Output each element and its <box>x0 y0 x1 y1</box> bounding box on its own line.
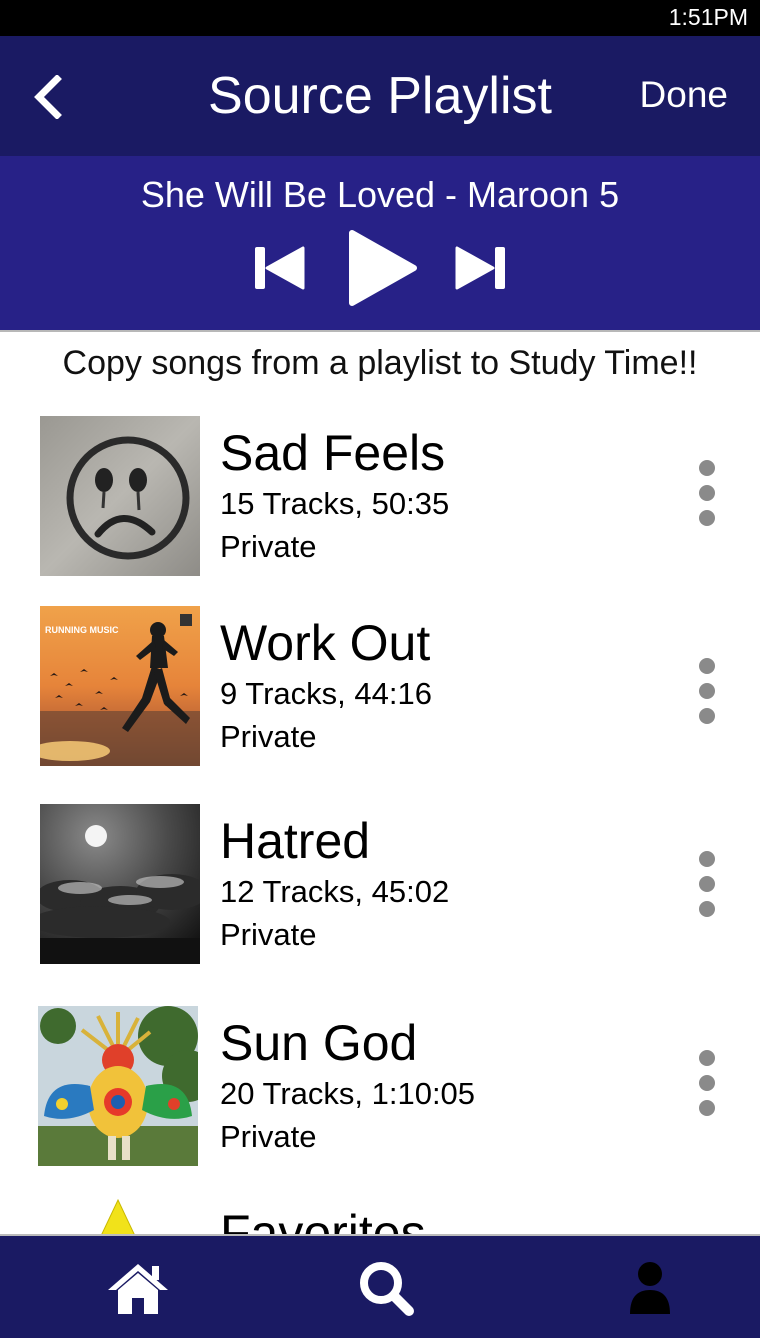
skip-next-icon <box>455 246 505 290</box>
playlist-meta: 9 Tracks, 44:16 <box>220 676 432 711</box>
playlist-name: Favorites <box>220 1205 426 1234</box>
more-dot <box>699 510 715 526</box>
playlist-privacy: Private <box>220 917 317 952</box>
play-icon <box>349 230 417 306</box>
playlist-name: Sad Feels <box>220 425 446 481</box>
header: Source Playlist Done <box>0 36 760 156</box>
playlist-meta: 15 Tracks, 50:35 <box>220 486 450 521</box>
more-dot <box>699 485 715 501</box>
done-button[interactable]: Done <box>640 74 728 116</box>
more-options-button[interactable] <box>692 626 722 724</box>
now-playing-bar: She Will Be Loved - Maroon 5 <box>0 156 760 332</box>
search-icon <box>360 1262 414 1316</box>
playlist-item-favorites[interactable]: Favorites <box>0 1196 760 1234</box>
more-dot <box>699 1075 715 1091</box>
more-dot <box>699 658 715 674</box>
playlist-item-sun-god[interactable]: Sun God 20 Tracks, 1:10:05 Private <box>0 1006 760 1196</box>
playlist-art-work-out: RUNNING MUSIC <box>40 606 200 766</box>
skip-previous-icon <box>255 246 305 290</box>
nav-profile-button[interactable] <box>618 1256 682 1320</box>
more-options-button[interactable] <box>692 436 722 526</box>
playlist-art-sad-feels <box>40 416 200 576</box>
playlist-name: Hatred <box>220 813 371 869</box>
more-dot <box>699 460 715 476</box>
instruction-text: Copy songs from a playlist to Study Time… <box>62 344 698 382</box>
art-caption: RUNNING MUSIC <box>45 625 119 635</box>
playlist-name: Sun God <box>220 1015 418 1071</box>
next-track-button[interactable] <box>450 238 510 298</box>
nav-home-button[interactable] <box>106 1256 170 1320</box>
playlist-meta: 12 Tracks, 45:02 <box>220 874 450 909</box>
bottom-nav <box>0 1234 760 1338</box>
more-dot <box>699 1100 715 1116</box>
playlist-meta: 20 Tracks, 1:10:05 <box>220 1076 476 1111</box>
playlist-list: Sad Feels 15 Tracks, 50:35 Private RUNNI… <box>0 400 760 1234</box>
playlist-name: Work Out <box>220 615 431 671</box>
nav-search-button[interactable] <box>354 1256 418 1320</box>
more-dot <box>699 1050 715 1066</box>
more-dot <box>699 876 715 892</box>
more-options-button[interactable] <box>692 824 722 917</box>
status-bar: 1:51PM <box>0 0 760 36</box>
playlist-privacy: Private <box>220 719 317 754</box>
playlist-privacy: Private <box>220 529 317 564</box>
more-options-button[interactable] <box>692 1216 722 1234</box>
more-dot <box>699 901 715 917</box>
playlist-item-work-out[interactable]: RUNNING MUSIC Work Out 9 Tracks, 44:16 P… <box>0 606 760 796</box>
previous-track-button[interactable] <box>250 238 310 298</box>
playlist-art-sun-god <box>38 1006 198 1166</box>
home-icon <box>108 1264 168 1314</box>
more-options-button[interactable] <box>692 1026 722 1116</box>
playlist-item-sad-feels[interactable]: Sad Feels 15 Tracks, 50:35 Private <box>0 416 760 606</box>
profile-icon <box>630 1262 670 1314</box>
more-dot <box>699 851 715 867</box>
status-time: 1:51PM <box>668 4 748 30</box>
playlist-art-favorites <box>40 1196 200 1234</box>
more-dot <box>699 708 715 724</box>
playlist-privacy: Private <box>220 1119 317 1154</box>
more-dot <box>699 683 715 699</box>
play-button[interactable] <box>340 226 424 310</box>
now-playing-title[interactable]: She Will Be Loved - Maroon 5 <box>0 174 760 216</box>
playlist-art-hatred <box>40 804 200 964</box>
playlist-item-hatred[interactable]: Hatred 12 Tracks, 45:02 Private <box>0 804 760 994</box>
